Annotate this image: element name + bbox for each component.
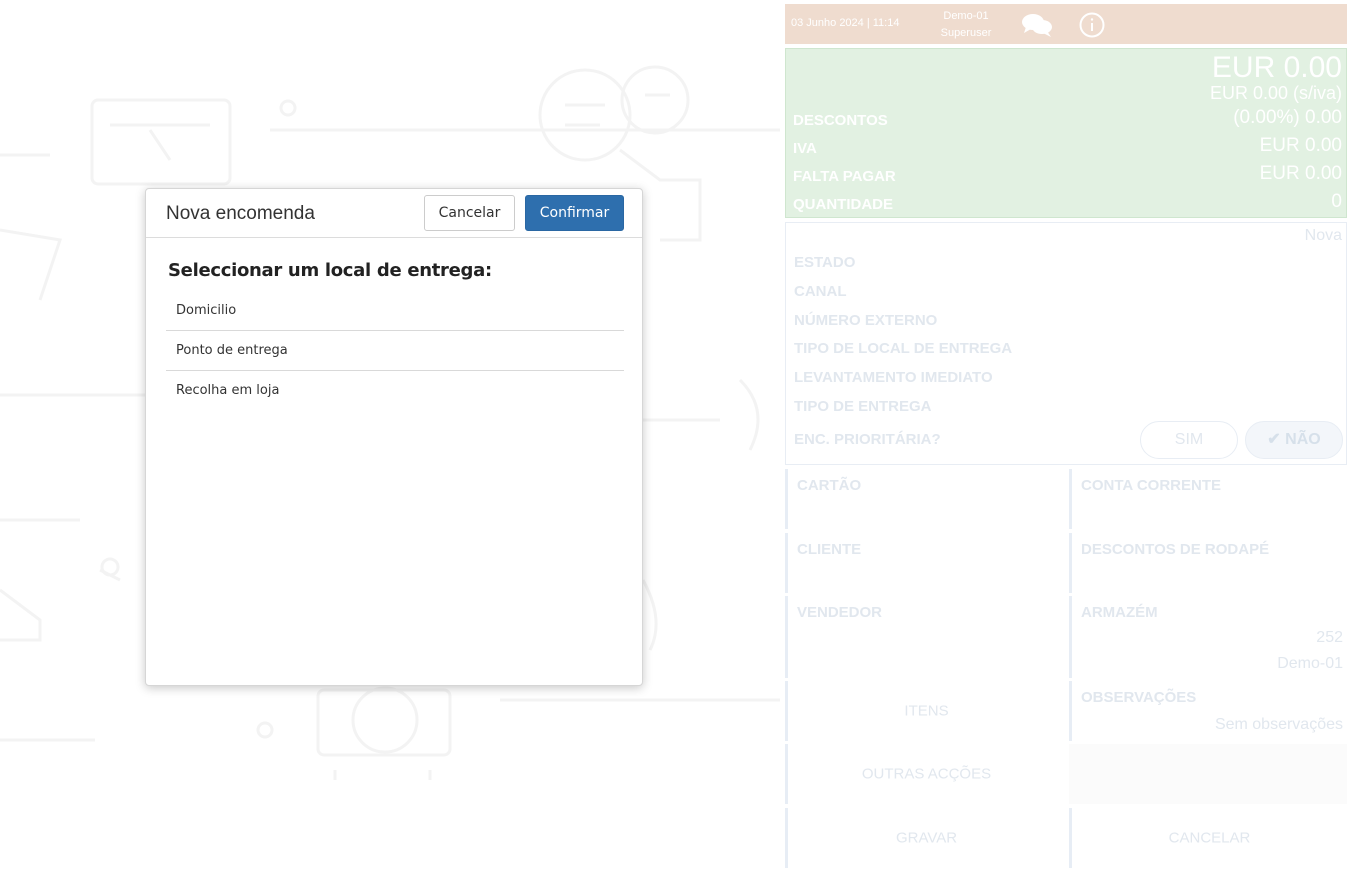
items-label: ITENS (904, 702, 949, 720)
vat-label: IVA (793, 140, 817, 157)
vat-value: EUR 0.00 (1259, 135, 1342, 156)
warehouse-name: Demo-01 (1277, 655, 1343, 672)
items-tile[interactable]: ITENS (785, 681, 1065, 741)
dialog-title: Nova encomenda (166, 203, 315, 224)
current-account-label: CONTA CORRENTE (1081, 477, 1221, 494)
discounts-value: (0.00%) 0.00 (1233, 107, 1342, 128)
option-ponto-de-entrega[interactable]: Ponto de entrega (166, 331, 624, 371)
store-label: Demo-01 (943, 10, 989, 22)
discounts-label: DESCONTOS (793, 112, 888, 129)
delivery-location-type-label: TIPO DE LOCAL DE ENTREGA (794, 340, 1013, 357)
cancel-order-label: CANCELAR (1168, 829, 1251, 847)
priority-yes-button[interactable]: SIM (1140, 421, 1238, 459)
notes-label: OBSERVAÇÕES (1081, 689, 1197, 706)
amount-due-row: FALTA PAGAR EUR 0.00 (793, 163, 1342, 185)
priority-no-button[interactable]: ✔ NÃO (1245, 421, 1343, 459)
channel-label: CANAL (794, 283, 847, 300)
external-number-label: NÚMERO EXTERNO (794, 312, 938, 329)
role-label: Superuser (940, 27, 992, 39)
option-domicilio[interactable]: Domicilio (166, 291, 624, 331)
immediate-pickup-label: LEVANTAMENTO IMEDIATO (794, 369, 993, 386)
dialog-header: Nova encomenda Cancelar Confirmar (146, 189, 642, 238)
total-without-vat: EUR 0.00 (s/iva) (1209, 83, 1342, 103)
card-label: CARTÃO (797, 477, 862, 494)
option-recolha-em-loja[interactable]: Recolha em loja (166, 371, 624, 411)
check-icon: ✔ (1267, 431, 1286, 448)
client-tile[interactable]: CLIENTE (785, 533, 1065, 593)
priority-no-label: NÃO (1285, 431, 1321, 448)
warehouse-tile[interactable]: ARMAZÉM 252 Demo-01 (1069, 596, 1347, 678)
quantity-row: QUANTIDADE 0 (793, 191, 1342, 213)
totals-box: EUR 0.00 EUR 0.00 (s/iva) DESCONTOS (0.0… (785, 48, 1347, 218)
notes-value: Sem observações (1214, 716, 1343, 733)
confirm-button[interactable]: Confirmar (525, 195, 624, 231)
amount-due-label: FALTA PAGAR (793, 168, 896, 185)
quantity-value: 0 (1331, 191, 1342, 212)
client-label: CLIENTE (797, 541, 862, 558)
state-label: ESTADO (794, 254, 856, 271)
user-info: Demo-01 Superuser (935, 8, 997, 42)
warehouse-code: 252 (1316, 629, 1343, 646)
cancel-button[interactable]: Cancelar (424, 195, 515, 231)
vat-row: IVA EUR 0.00 (793, 135, 1342, 157)
order-panel: 03 Junho 2024 | 11:14 Demo-01 Superuser … (785, 4, 1347, 870)
seller-label: VENDEDOR (797, 604, 883, 621)
total-amount: EUR 0.00 (1211, 51, 1342, 84)
save-label: GRAVAR (895, 829, 958, 847)
order-status-box: Nova ESTADO CANAL NÚMERO EXTERNO TIPO DE… (785, 222, 1347, 465)
quantity-label: QUANTIDADE (793, 196, 893, 213)
status-value: Nova (1304, 227, 1342, 244)
top-bar: 03 Junho 2024 | 11:14 Demo-01 Superuser (785, 4, 1347, 44)
card-tile[interactable]: CARTÃO (785, 469, 1065, 529)
footer-discounts-tile[interactable]: DESCONTOS DE RODAPÉ (1069, 533, 1347, 593)
footer-discounts-label: DESCONTOS DE RODAPÉ (1081, 541, 1270, 558)
other-actions-tile[interactable]: OUTRAS ACÇÕES (785, 744, 1065, 804)
seller-tile[interactable]: VENDEDOR (785, 596, 1065, 678)
warehouse-label: ARMAZÉM (1081, 604, 1158, 621)
delivery-location-prompt: Seleccionar um local de entrega: (168, 260, 492, 281)
save-tile[interactable]: GRAVAR (785, 808, 1065, 868)
new-order-dialog: Nova encomenda Cancelar Confirmar Selecc… (145, 188, 643, 686)
cancel-order-tile[interactable]: CANCELAR (1069, 808, 1347, 868)
amount-due-value: EUR 0.00 (1259, 163, 1342, 184)
notes-tile[interactable]: OBSERVAÇÕES Sem observações (1069, 681, 1347, 741)
priority-order-label: ENC. PRIORITÁRIA? (794, 431, 941, 448)
chat-bubbles-icon[interactable] (1021, 12, 1053, 38)
datetime-label: 03 Junho 2024 | 11:14 (791, 17, 900, 29)
other-actions-label: OUTRAS ACÇÕES (861, 765, 992, 783)
empty-tile (1069, 744, 1347, 804)
delivery-location-list: Domicilio Ponto de entrega Recolha em lo… (166, 291, 624, 411)
info-circle-icon[interactable] (1079, 12, 1105, 38)
current-account-tile[interactable]: CONTA CORRENTE (1069, 469, 1347, 529)
delivery-type-label: TIPO DE ENTREGA (794, 398, 932, 415)
discounts-row: DESCONTOS (0.00%) 0.00 (793, 107, 1342, 129)
